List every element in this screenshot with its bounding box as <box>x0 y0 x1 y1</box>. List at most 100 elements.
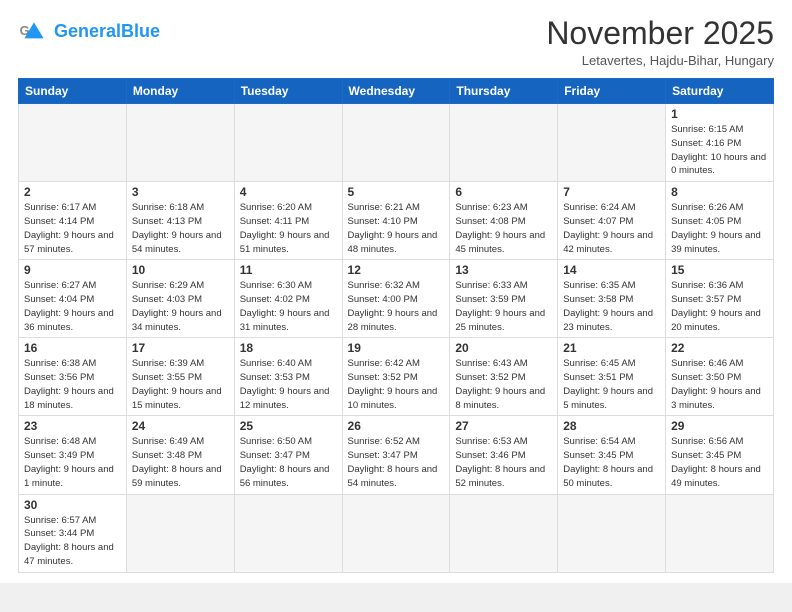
day-info: Sunrise: 6:53 AM Sunset: 3:46 PM Dayligh… <box>455 435 552 490</box>
calendar-cell: 19Sunrise: 6:42 AM Sunset: 3:52 PM Dayli… <box>342 338 450 416</box>
day-info: Sunrise: 6:15 AM Sunset: 4:16 PM Dayligh… <box>671 123 768 178</box>
day-number: 18 <box>240 341 337 355</box>
calendar-cell <box>126 494 234 572</box>
day-number: 24 <box>132 419 229 433</box>
weekday-header-sunday: Sunday <box>19 79 127 104</box>
day-info: Sunrise: 6:26 AM Sunset: 4:05 PM Dayligh… <box>671 201 768 256</box>
calendar-cell: 12Sunrise: 6:32 AM Sunset: 4:00 PM Dayli… <box>342 260 450 338</box>
day-info: Sunrise: 6:23 AM Sunset: 4:08 PM Dayligh… <box>455 201 552 256</box>
calendar-cell <box>558 104 666 182</box>
calendar-cell: 28Sunrise: 6:54 AM Sunset: 3:45 PM Dayli… <box>558 416 666 494</box>
title-block: November 2025 Letavertes, Hajdu-Bihar, H… <box>546 16 774 68</box>
day-number: 7 <box>563 185 660 199</box>
weekday-header-monday: Monday <box>126 79 234 104</box>
day-number: 8 <box>671 185 768 199</box>
day-info: Sunrise: 6:27 AM Sunset: 4:04 PM Dayligh… <box>24 279 121 334</box>
calendar-cell: 29Sunrise: 6:56 AM Sunset: 3:45 PM Dayli… <box>666 416 774 494</box>
calendar-cell: 17 Sunrise: 6:39 AM Sunset: 3:55 PM Dayli… <box>126 338 234 416</box>
day-number: 6 <box>455 185 552 199</box>
day-number: 30 <box>24 498 121 512</box>
day-number: 22 <box>671 341 768 355</box>
calendar-cell: 15Sunrise: 6:36 AM Sunset: 3:57 PM Dayli… <box>666 260 774 338</box>
calendar-cell <box>450 104 558 182</box>
day-info: Sunrise: 6:24 AM Sunset: 4:07 PM Dayligh… <box>563 201 660 256</box>
day-number: 20 <box>455 341 552 355</box>
day-number: 13 <box>455 263 552 277</box>
logo-general: General <box>54 21 121 41</box>
calendar-cell <box>234 104 342 182</box>
logo-text: GeneralBlue <box>54 22 160 42</box>
day-number: 11 <box>240 263 337 277</box>
day-number: 1 <box>671 107 768 121</box>
day-number: 26 <box>348 419 445 433</box>
calendar-cell <box>234 494 342 572</box>
calendar-cell <box>450 494 558 572</box>
calendar-cell: 10 Sunrise: 6:29 AM Sunset: 4:03 PM Dayli… <box>126 260 234 338</box>
day-info: Sunrise: 6:42 AM Sunset: 3:52 PM Dayligh… <box>348 357 445 412</box>
week-row-1: 1 Sunrise: 6:15 AM Sunset: 4:16 PM Daylig… <box>19 104 774 182</box>
calendar-cell: 5Sunrise: 6:21 AM Sunset: 4:10 PM Daylig… <box>342 182 450 260</box>
day-info: Sunrise: 6:52 AM Sunset: 3:47 PM Dayligh… <box>348 435 445 490</box>
calendar-cell <box>342 494 450 572</box>
calendar-cell: 30 Sunrise: 6:57 AM Sunset: 3:44 PM Dayli… <box>19 494 127 572</box>
calendar-cell: 6 Sunrise: 6:23 AM Sunset: 4:08 PM Daylig… <box>450 182 558 260</box>
day-number: 9 <box>24 263 121 277</box>
calendar-cell: 13 Sunrise: 6:33 AM Sunset: 3:59 PM Dayli… <box>450 260 558 338</box>
day-info: Sunrise: 6:57 AM Sunset: 3:44 PM Dayligh… <box>24 514 121 569</box>
calendar-cell <box>666 494 774 572</box>
calendar-cell: 25Sunrise: 6:50 AM Sunset: 3:47 PM Dayli… <box>234 416 342 494</box>
calendar-cell: 8 Sunrise: 6:26 AM Sunset: 4:05 PM Daylig… <box>666 182 774 260</box>
week-row-6: 30 Sunrise: 6:57 AM Sunset: 3:44 PM Dayli… <box>19 494 774 572</box>
day-info: Sunrise: 6:30 AM Sunset: 4:02 PM Dayligh… <box>240 279 337 334</box>
day-info: Sunrise: 6:45 AM Sunset: 3:51 PM Dayligh… <box>563 357 660 412</box>
calendar-cell: 16Sunrise: 6:38 AM Sunset: 3:56 PM Dayli… <box>19 338 127 416</box>
calendar-cell: 18 Sunrise: 6:40 AM Sunset: 3:53 PM Dayli… <box>234 338 342 416</box>
page-header: G GeneralBlue November 2025 Letavertes, … <box>18 16 774 68</box>
calendar-cell: 22 Sunrise: 6:46 AM Sunset: 3:50 PM Dayli… <box>666 338 774 416</box>
day-info: Sunrise: 6:38 AM Sunset: 3:56 PM Dayligh… <box>24 357 121 412</box>
calendar-cell: 11 Sunrise: 6:30 AM Sunset: 4:02 PM Dayli… <box>234 260 342 338</box>
calendar-cell: 23 Sunrise: 6:48 AM Sunset: 3:49 PM Dayli… <box>19 416 127 494</box>
day-number: 10 <box>132 263 229 277</box>
day-number: 15 <box>671 263 768 277</box>
day-info: Sunrise: 6:46 AM Sunset: 3:50 PM Dayligh… <box>671 357 768 412</box>
day-number: 17 <box>132 341 229 355</box>
calendar-cell: 4 Sunrise: 6:20 AM Sunset: 4:11 PM Daylig… <box>234 182 342 260</box>
calendar-cell: 24 Sunrise: 6:49 AM Sunset: 3:48 PM Dayli… <box>126 416 234 494</box>
weekday-header-row: SundayMondayTuesdayWednesdayThursdayFrid… <box>19 79 774 104</box>
week-row-2: 2 Sunrise: 6:17 AM Sunset: 4:14 PM Daylig… <box>19 182 774 260</box>
day-number: 4 <box>240 185 337 199</box>
location-subtitle: Letavertes, Hajdu-Bihar, Hungary <box>546 53 774 68</box>
calendar-page: G GeneralBlue November 2025 Letavertes, … <box>0 0 792 583</box>
calendar-cell <box>342 104 450 182</box>
calendar-cell: 20 Sunrise: 6:43 AM Sunset: 3:52 PM Dayli… <box>450 338 558 416</box>
day-info: Sunrise: 6:40 AM Sunset: 3:53 PM Dayligh… <box>240 357 337 412</box>
day-number: 21 <box>563 341 660 355</box>
weekday-header-friday: Friday <box>558 79 666 104</box>
day-info: Sunrise: 6:50 AM Sunset: 3:47 PM Dayligh… <box>240 435 337 490</box>
day-info: Sunrise: 6:17 AM Sunset: 4:14 PM Dayligh… <box>24 201 121 256</box>
day-info: Sunrise: 6:20 AM Sunset: 4:11 PM Dayligh… <box>240 201 337 256</box>
day-number: 28 <box>563 419 660 433</box>
day-number: 14 <box>563 263 660 277</box>
day-number: 5 <box>348 185 445 199</box>
calendar-cell: 26 Sunrise: 6:52 AM Sunset: 3:47 PM Dayli… <box>342 416 450 494</box>
calendar-table: SundayMondayTuesdayWednesdayThursdayFrid… <box>18 78 774 572</box>
week-row-4: 16Sunrise: 6:38 AM Sunset: 3:56 PM Dayli… <box>19 338 774 416</box>
day-info: Sunrise: 6:39 AM Sunset: 3:55 PM Dayligh… <box>132 357 229 412</box>
day-number: 29 <box>671 419 768 433</box>
calendar-cell <box>19 104 127 182</box>
day-info: Sunrise: 6:35 AM Sunset: 3:58 PM Dayligh… <box>563 279 660 334</box>
day-number: 3 <box>132 185 229 199</box>
day-info: Sunrise: 6:48 AM Sunset: 3:49 PM Dayligh… <box>24 435 121 490</box>
logo: G GeneralBlue <box>18 16 160 48</box>
day-info: Sunrise: 6:49 AM Sunset: 3:48 PM Dayligh… <box>132 435 229 490</box>
week-row-5: 23 Sunrise: 6:48 AM Sunset: 3:49 PM Dayli… <box>19 416 774 494</box>
day-number: 2 <box>24 185 121 199</box>
calendar-cell: 27Sunrise: 6:53 AM Sunset: 3:46 PM Dayli… <box>450 416 558 494</box>
day-info: Sunrise: 6:29 AM Sunset: 4:03 PM Dayligh… <box>132 279 229 334</box>
day-info: Sunrise: 6:33 AM Sunset: 3:59 PM Dayligh… <box>455 279 552 334</box>
calendar-cell <box>126 104 234 182</box>
day-number: 23 <box>24 419 121 433</box>
day-info: Sunrise: 6:43 AM Sunset: 3:52 PM Dayligh… <box>455 357 552 412</box>
